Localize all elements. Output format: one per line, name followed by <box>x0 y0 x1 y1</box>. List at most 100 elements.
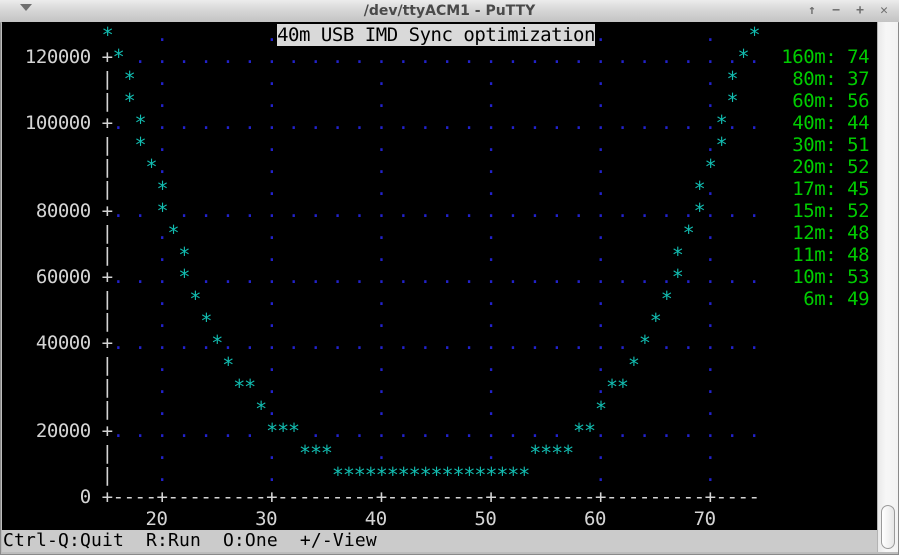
grid-dot: . <box>683 46 694 68</box>
legend-entry: m <box>814 178 825 200</box>
grid-dot: . <box>705 420 716 442</box>
grid-dot: . <box>705 24 716 46</box>
grid-dot: . <box>639 200 650 222</box>
plot-point: * <box>694 178 705 200</box>
grid-dot: . <box>222 46 233 68</box>
legend-entry: 2 <box>858 200 869 222</box>
legend-entry: 5 <box>847 90 858 112</box>
minimize-button[interactable]: − <box>829 0 843 22</box>
x-axis-line: - <box>529 486 540 508</box>
grid-dot: . <box>332 112 343 134</box>
grid-dot: . <box>376 398 387 420</box>
y-tick-label: 1 <box>25 112 36 134</box>
x-axis-line: - <box>716 486 727 508</box>
legend-entry: 2 <box>792 156 803 178</box>
plot-point: * <box>716 134 727 156</box>
grid-dot: . <box>135 46 146 68</box>
grid-dot: . <box>595 134 606 156</box>
legend-entry: : <box>825 46 836 68</box>
grid-dot: . <box>705 376 716 398</box>
close-button[interactable]: ✕ <box>877 0 891 22</box>
grid-dot: . <box>398 46 409 68</box>
grid-dot: . <box>113 112 124 134</box>
titlebar[interactable]: /dev/ttyACM1 - PuTTY ↑ − + ✕ <box>0 0 899 23</box>
grid-dot: . <box>485 376 496 398</box>
scrollbar[interactable] <box>877 22 898 552</box>
plot-point: * <box>540 442 551 464</box>
grid-dot: . <box>266 266 277 288</box>
y-tick-label: 0 <box>47 46 58 68</box>
grid-dot: . <box>156 46 167 68</box>
grid-dot: . <box>617 112 628 134</box>
grid-dot: . <box>573 332 584 354</box>
grid-dot: . <box>266 156 277 178</box>
legend-entry: : <box>825 156 836 178</box>
x-axis-line: - <box>310 486 321 508</box>
legend-entry: m <box>814 156 825 178</box>
grid-dot: . <box>661 200 672 222</box>
plot-point: * <box>485 464 496 486</box>
plot-point: * <box>222 354 233 376</box>
chart-title: m <box>507 24 518 46</box>
grid-dot: . <box>222 332 233 354</box>
x-tick-label: 6 <box>584 508 595 530</box>
plot-point: * <box>452 464 463 486</box>
grid-dot: . <box>442 332 453 354</box>
grid-dot: . <box>639 420 650 442</box>
terminal-screen[interactable]: ........................................… <box>2 22 877 530</box>
grid-dot: . <box>507 420 518 442</box>
x-axis-line: - <box>737 486 748 508</box>
plot-point: * <box>639 332 650 354</box>
grid-dot: . <box>748 46 759 68</box>
legend-entry: 7 <box>847 46 858 68</box>
legend-entry: 4 <box>847 112 858 134</box>
chart-title: i <box>518 24 529 46</box>
legend-entry: 5 <box>847 156 858 178</box>
grid-dot: . <box>727 420 738 442</box>
x-axis-line: - <box>387 486 398 508</box>
plot-point: * <box>716 112 727 134</box>
grid-dot: . <box>595 332 606 354</box>
legend-entry: m <box>814 134 825 156</box>
y-tick-label: 0 <box>80 200 91 222</box>
grid-dot: . <box>222 112 233 134</box>
plot-point: * <box>617 376 628 398</box>
grid-dot: . <box>442 266 453 288</box>
grid-dot: . <box>244 200 255 222</box>
grid-dot: . <box>705 464 716 486</box>
y-tick-label: 6 <box>36 266 47 288</box>
x-tick-mark: + <box>266 486 277 508</box>
plot-point: * <box>266 420 277 442</box>
grid-dot: . <box>156 24 167 46</box>
y-tick-label: 0 <box>80 112 91 134</box>
grid-dot: . <box>463 332 474 354</box>
shade-button[interactable]: ↑ <box>805 0 819 22</box>
grid-dot: . <box>310 200 321 222</box>
x-axis-line: - <box>178 486 189 508</box>
grid-dot: . <box>244 332 255 354</box>
plot-point: * <box>507 464 518 486</box>
grid-dot: . <box>288 46 299 68</box>
legend-entry: 1 <box>792 178 803 200</box>
x-axis-line: - <box>222 486 233 508</box>
x-axis-line: - <box>135 486 146 508</box>
grid-dot: . <box>354 266 365 288</box>
chart-title: a <box>540 24 551 46</box>
legend-entry: 4 <box>847 244 858 266</box>
y-tick-label: 0 <box>47 332 58 354</box>
maximize-button[interactable]: + <box>853 0 867 22</box>
x-axis-line: - <box>321 486 332 508</box>
grid-dot: . <box>178 112 189 134</box>
grid-dot: . <box>705 266 716 288</box>
grid-dot: . <box>420 46 431 68</box>
legend-entry: 4 <box>858 112 869 134</box>
legend-entry: 3 <box>858 266 869 288</box>
scrollbar-thumb[interactable] <box>881 505 895 549</box>
grid-dot: . <box>705 310 716 332</box>
grid-dot: . <box>748 332 759 354</box>
grid-dot: . <box>507 266 518 288</box>
legend-entry: 4 <box>792 112 803 134</box>
legend-entry: 3 <box>792 134 803 156</box>
plot-point: * <box>672 266 683 288</box>
plot-point: * <box>321 442 332 464</box>
